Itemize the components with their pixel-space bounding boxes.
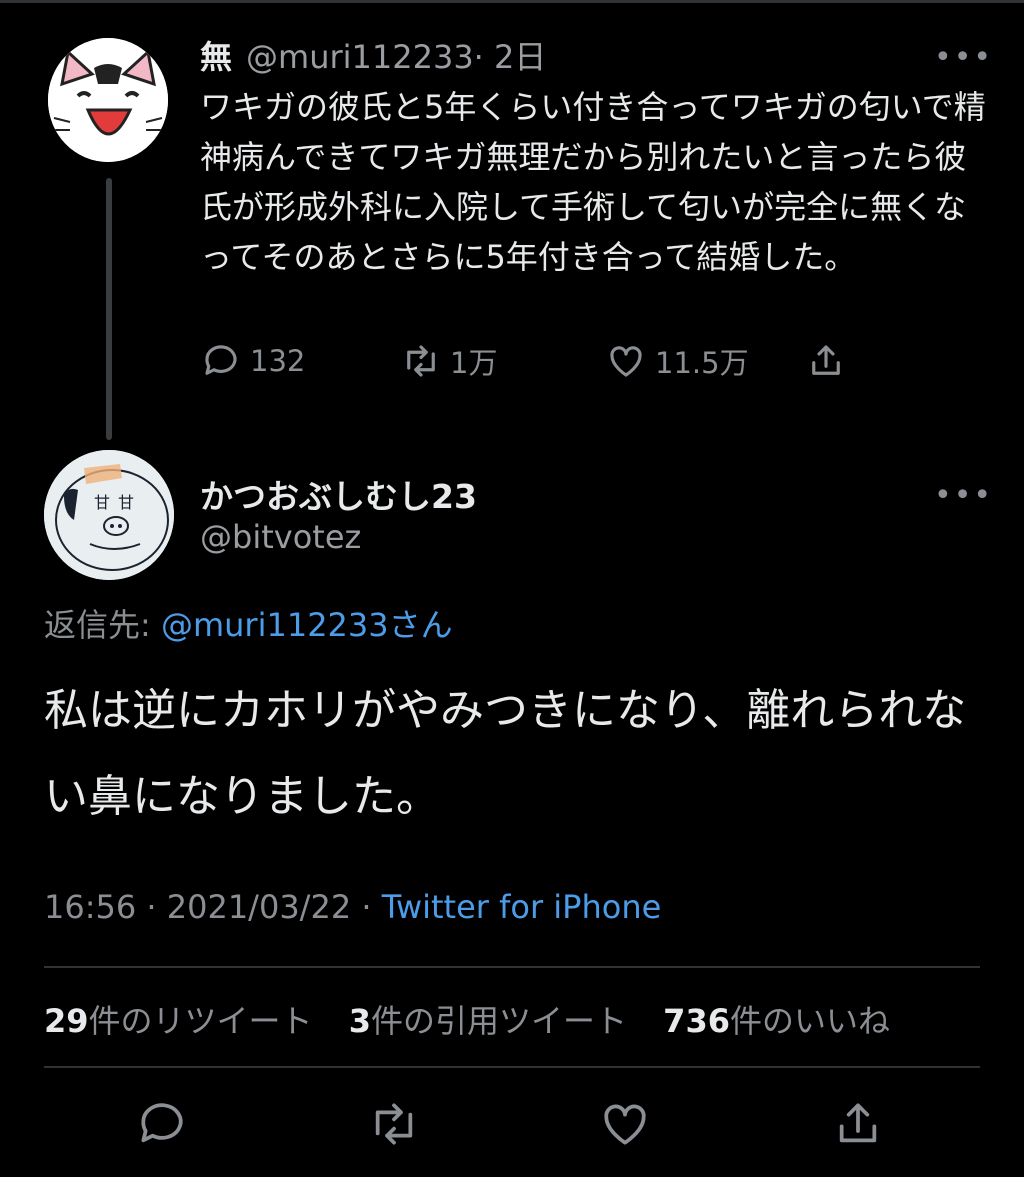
reply-display-name[interactable]: かつおぶしむし23 <box>200 470 477 518</box>
parent-like-button[interactable]: 11.5万 <box>605 340 749 382</box>
like-button[interactable] <box>597 1096 653 1152</box>
parent-reply-button[interactable]: 132 <box>200 340 305 382</box>
reply-icon <box>141 1103 183 1143</box>
parent-reply-count: 132 <box>250 344 306 378</box>
tweet-date: · 2021/03/22 · <box>146 888 372 926</box>
reply-to-link[interactable]: @muri112233さん <box>161 606 453 644</box>
share-button[interactable] <box>830 1096 886 1152</box>
tweet-meta: 16:56 · 2021/03/22 · Twitter for iPhone <box>44 888 661 926</box>
svg-text:甘: 甘 <box>118 493 134 512</box>
reply-button[interactable] <box>134 1096 190 1152</box>
parent-more-icon[interactable]: ••• <box>934 40 993 75</box>
svg-text:甘: 甘 <box>94 493 110 512</box>
share-icon <box>812 345 840 375</box>
thread-connector <box>106 178 112 440</box>
parent-header: 無 @muri112233· 2日 <box>200 32 546 78</box>
quotes-label: 件の引用ツイート <box>370 1002 627 1040</box>
likes-label: 件のいいね <box>729 1002 890 1040</box>
retweets-stat[interactable]: 29件のリツイート <box>44 1002 313 1040</box>
reply-icon <box>205 345 237 375</box>
quotes-stat[interactable]: 3件の引用ツイート <box>349 1002 627 1040</box>
retweet-button[interactable] <box>366 1096 422 1152</box>
like-icon <box>610 346 642 377</box>
parent-retweet-count: 1万 <box>450 346 498 380</box>
tweet-action-bar <box>0 1096 1024 1156</box>
retweets-count: 29 <box>44 1002 89 1040</box>
reply-handle[interactable]: @bitvotez <box>200 518 361 556</box>
parent-handle[interactable]: @muri112233 <box>246 38 474 76</box>
parent-like-count: 11.5万 <box>655 346 749 380</box>
tweet-time: 16:56 <box>44 888 137 926</box>
parent-retweet-button[interactable]: 1万 <box>400 340 497 382</box>
like-icon <box>604 1104 646 1145</box>
likes-stat[interactable]: 736件のいいね <box>663 1002 890 1040</box>
retweets-label: 件のリツイート <box>88 1002 313 1040</box>
parent-avatar[interactable] <box>48 38 168 162</box>
likes-count: 736 <box>663 1002 730 1040</box>
parent-display-name[interactable]: 無 <box>200 38 232 76</box>
reply-more-icon[interactable]: ••• <box>934 478 993 513</box>
share-icon <box>839 1103 877 1143</box>
reply-avatar[interactable]: 甘 甘 <box>44 450 174 580</box>
reply-to-line: 返信先: @muri112233さん <box>44 600 453 646</box>
top-divider <box>0 0 1024 3</box>
quotes-count: 3 <box>348 1002 371 1040</box>
divider <box>44 966 980 968</box>
retweet-icon <box>375 1103 413 1145</box>
divider <box>44 1066 980 1068</box>
reply-to-label: 返信先: <box>44 606 151 644</box>
parent-tweet-text: ワキガの彼氏と5年くらい付き合ってワキガの匂いで精神病んできてワキガ無理だから別… <box>200 88 986 276</box>
retweet-icon <box>407 345 435 377</box>
engagement-stats: 29件のリツイート 3件の引用ツイート 736件のいいね <box>44 996 916 1042</box>
reply-tweet-text: 私は逆にカホリがやみつきになり、離れられない鼻になりました。 <box>44 685 967 822</box>
parent-share-button[interactable] <box>805 340 855 382</box>
tweet-source-link[interactable]: Twitter for iPhone <box>382 888 662 926</box>
parent-time[interactable]: · 2日 <box>474 38 547 76</box>
parent-action-bar: 132 1万 11.5万 <box>200 340 860 396</box>
